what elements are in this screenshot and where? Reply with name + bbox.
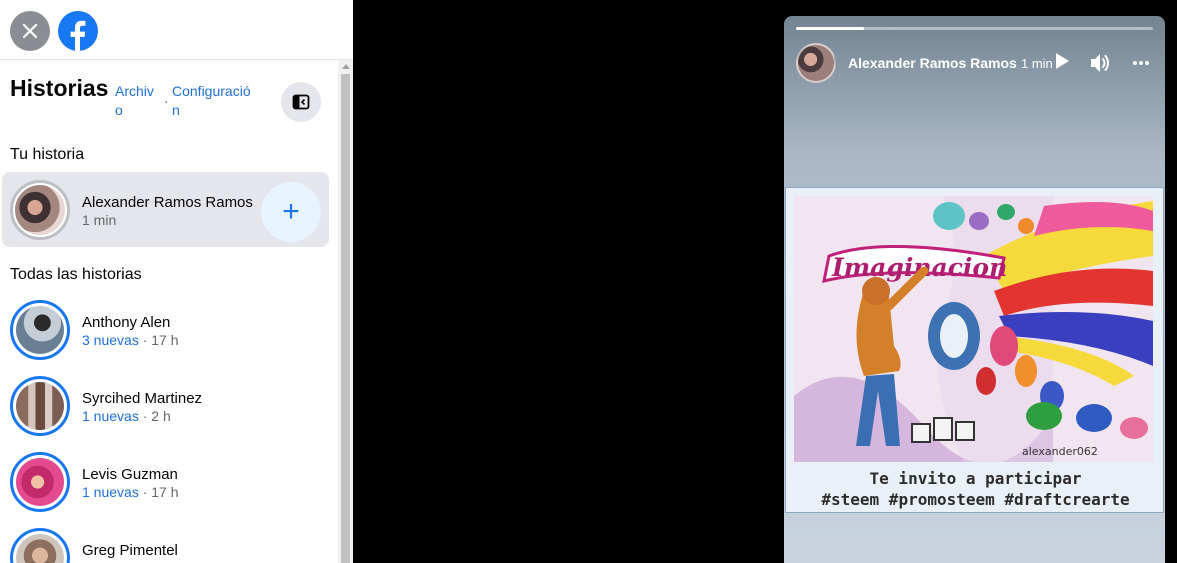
story-caption-line2: #steem #promosteem #draftcrearte [821, 490, 1130, 509]
story-author-name: Syrcihed Martinez [82, 390, 203, 407]
archive-link[interactable]: Archivo [115, 82, 161, 120]
story-meta: 1 nuevas · 2 h [82, 408, 171, 424]
story-meta: 1 nuevas · 17 h [82, 484, 179, 500]
my-story-time: 1 min [82, 212, 117, 228]
scroll-thumb[interactable] [341, 74, 350, 563]
link-separator: · [164, 93, 169, 109]
story-progress-fill [796, 27, 864, 30]
your-story-heading: Tu historia [10, 146, 85, 163]
art-watermark: alexander062 [1022, 445, 1098, 458]
story-author-name: Greg Pimentel [82, 542, 178, 559]
avatar [10, 528, 70, 563]
story-author-name: Levis Guzman [82, 466, 178, 483]
scroll-up-arrow[interactable] [342, 64, 350, 69]
story-progress-bar [796, 27, 1153, 30]
close-icon [22, 23, 38, 39]
facebook-logo-icon[interactable] [58, 11, 98, 51]
avatar [10, 300, 70, 360]
avatar [10, 452, 70, 512]
panel-toggle-icon [292, 94, 310, 110]
more-icon[interactable] [1132, 60, 1150, 66]
story-caption-line1: Te invito a participar [869, 469, 1082, 488]
all-stories-heading: Todas las historias [10, 266, 142, 283]
stories-sidebar: Historias Archivo · Configuración Tu his… [0, 0, 353, 563]
settings-link[interactable]: Configuración [172, 82, 252, 120]
story-card[interactable]: Alexander Ramos Ramos 1 min Imaginacion … [784, 16, 1165, 563]
close-button[interactable] [10, 11, 50, 51]
add-icon: + [282, 195, 300, 228]
my-story-name: Alexander Ramos Ramos [82, 194, 253, 211]
panel-toggle-button[interactable] [281, 82, 321, 122]
avatar[interactable] [796, 43, 836, 83]
play-icon[interactable] [1054, 52, 1070, 70]
avatar [10, 376, 70, 436]
avatar [10, 180, 70, 240]
story-author-name[interactable]: Alexander Ramos Ramos [848, 55, 1017, 71]
page-title: Historias [10, 75, 109, 101]
story-content: Imaginacion alexander062 Te invito a par… [785, 187, 1164, 513]
sidebar-topbar [0, 0, 353, 60]
story-artwork: Imaginacion alexander062 [794, 196, 1153, 462]
story-time: 1 min [1021, 56, 1053, 71]
story-meta: 3 nuevas · 17 h [82, 332, 179, 348]
volume-icon[interactable] [1089, 52, 1113, 74]
sidebar-scrollbar[interactable] [338, 60, 353, 563]
add-story-button[interactable]: + [261, 182, 321, 242]
story-author-name: Anthony Alen [82, 314, 171, 331]
